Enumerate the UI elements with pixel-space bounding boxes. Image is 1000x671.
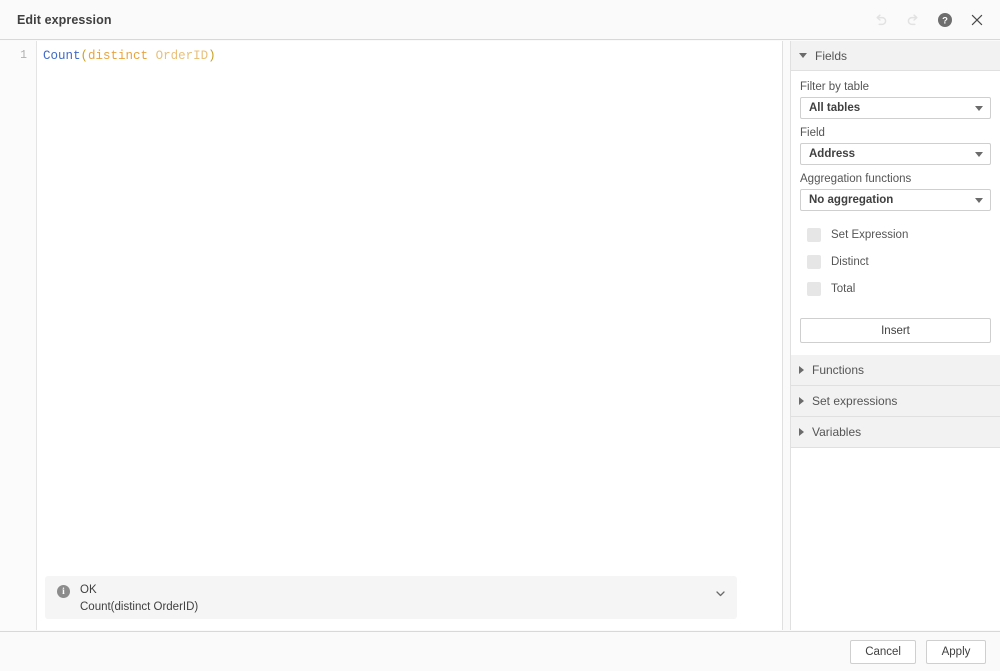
filter-by-table-label: Filter by table	[800, 81, 991, 93]
section-header-fields[interactable]: Fields	[791, 41, 1000, 71]
checkbox-label: Total	[831, 283, 855, 295]
fields-section-body: Filter by table All tables Field Address…	[791, 71, 1000, 355]
checkbox-total[interactable]: Total	[807, 279, 991, 298]
undo-icon[interactable]	[871, 10, 891, 30]
redo-icon[interactable]	[903, 10, 923, 30]
section-header-set-expressions[interactable]: Set expressions	[791, 386, 1000, 417]
info-icon: i	[57, 585, 70, 598]
token-close-paren: )	[208, 49, 216, 63]
svg-text:?: ?	[942, 15, 948, 26]
chevron-right-icon	[799, 428, 804, 436]
aggregation-functions-label: Aggregation functions	[800, 173, 991, 185]
aggregation-functions-value: No aggregation	[809, 194, 893, 206]
field-label: Field	[800, 127, 991, 139]
checkbox-box	[807, 228, 821, 242]
chevron-right-icon	[799, 397, 804, 405]
chevron-right-icon	[799, 366, 804, 374]
dialog-title: Edit expression	[17, 13, 112, 27]
insert-button[interactable]: Insert	[800, 318, 991, 343]
line-number: 1	[0, 41, 36, 64]
help-icon[interactable]: ?	[935, 10, 955, 30]
validation-expression: Count(distinct OrderID)	[80, 599, 198, 616]
expression-side-panel: Fields Filter by table All tables Field …	[790, 41, 1000, 630]
section-header-variables[interactable]: Variables	[791, 417, 1000, 448]
token-keyword: distinct	[88, 49, 148, 63]
chevron-down-icon	[975, 198, 983, 203]
chevron-down-icon	[975, 152, 983, 157]
filter-by-table-select[interactable]: All tables	[800, 97, 991, 119]
section-title-set-expressions: Set expressions	[812, 394, 897, 408]
validation-status-bar: i OK Count(distinct OrderID)	[45, 576, 737, 619]
chevron-down-icon	[975, 106, 983, 111]
section-header-functions[interactable]: Functions	[791, 355, 1000, 386]
token-space	[148, 49, 156, 63]
validation-text: OK Count(distinct OrderID)	[80, 583, 198, 616]
filter-by-table-value: All tables	[809, 102, 860, 114]
checkbox-distinct[interactable]: Distinct	[807, 252, 991, 271]
checkbox-box	[807, 255, 821, 269]
apply-button[interactable]: Apply	[926, 640, 986, 664]
expression-code[interactable]: Count(distinct OrderID)	[38, 41, 782, 630]
checkbox-set-expression[interactable]: Set Expression	[807, 225, 991, 244]
editor-gutter: 1	[0, 41, 37, 630]
aggregation-functions-select[interactable]: No aggregation	[800, 189, 991, 211]
expression-editor[interactable]: 1 Count(distinct OrderID) i OK Count(dis…	[0, 41, 783, 630]
dialog-footer: Cancel Apply	[0, 631, 1000, 671]
checkbox-label: Distinct	[831, 256, 869, 268]
chevron-down-icon[interactable]	[713, 586, 727, 600]
dialog-header: Edit expression ?	[0, 0, 1000, 40]
token-open-paren: (	[81, 49, 89, 63]
edit-expression-dialog: Edit expression ?	[0, 0, 1000, 671]
token-field: OrderID	[156, 49, 209, 63]
token-function: Count	[43, 49, 81, 63]
chevron-down-icon	[799, 53, 807, 58]
checkbox-box	[807, 282, 821, 296]
checkbox-label: Set Expression	[831, 229, 908, 241]
cancel-button[interactable]: Cancel	[850, 640, 916, 664]
section-title-variables: Variables	[812, 425, 861, 439]
section-title-functions: Functions	[812, 363, 864, 377]
field-value: Address	[809, 148, 855, 160]
field-select[interactable]: Address	[800, 143, 991, 165]
validation-state: OK	[80, 583, 198, 598]
header-actions: ?	[871, 10, 1000, 30]
section-title-fields: Fields	[815, 49, 847, 63]
close-icon[interactable]	[967, 10, 987, 30]
